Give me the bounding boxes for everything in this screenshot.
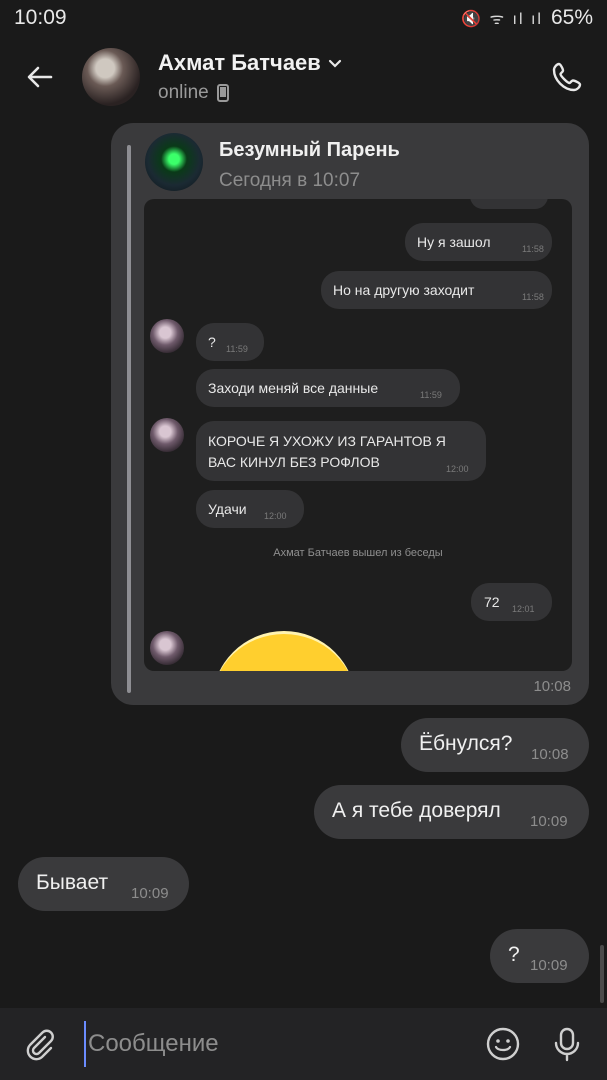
shot-message-time: 11:58 <box>522 292 544 302</box>
shot-message-time: 12:00 <box>446 464 469 474</box>
contact-avatar[interactable] <box>82 48 140 106</box>
shot-message-text: Ну я зашол <box>417 234 491 250</box>
shot-avatar <box>150 319 184 353</box>
battery-percent: 65% <box>550 6 593 29</box>
shot-message-text: КОРОЧЕ Я УХОЖУ ИЗ ГАРАНТОВ Я <box>208 433 446 449</box>
shot-message-text: Удачи <box>208 501 247 517</box>
message-time: 10:09 <box>131 885 169 902</box>
attach-button[interactable] <box>18 1022 62 1066</box>
contact-info[interactable]: Ахмат Батчаев online <box>158 50 545 104</box>
message-text: ? <box>508 943 520 966</box>
shot-avatar <box>150 418 184 452</box>
contact-status-row: online <box>158 82 545 104</box>
shot-message-time: 12:00 <box>264 511 287 521</box>
forward-author-name[interactable]: Безумный Парень <box>219 139 400 162</box>
shot-message: Но на другую заходит 11:58 <box>321 271 552 309</box>
shot-message-text: 72 <box>484 594 500 610</box>
forwarded-message[interactable]: Безумный Парень Сегодня в 10:07 Ну я заш… <box>111 123 589 705</box>
status-right: 🔇 ᯤ ıl ıl 65% <box>461 6 593 30</box>
message-text: Бывает <box>36 871 109 894</box>
microphone-icon <box>554 1027 580 1062</box>
shot-message: Удачи 12:00 <box>196 490 304 528</box>
message-text: Ёбнулся? <box>419 732 513 755</box>
shot-message-time: 11:59 <box>420 390 442 400</box>
shot-message: КОРОЧЕ Я УХОЖУ ИЗ ГАРАНТОВ Я ВАС КИНУЛ Б… <box>196 421 486 481</box>
shot-message-time: 11:58 <box>522 244 544 254</box>
scrollbar[interactable] <box>600 945 604 1003</box>
contact-status: online <box>158 82 209 103</box>
phone-icon <box>552 62 582 92</box>
incoming-message[interactable]: Бывает 10:09 <box>18 857 189 911</box>
status-time: 10:09 <box>14 6 67 29</box>
chat-header: Ахмат Батчаев online <box>0 36 607 118</box>
forward-author-avatar[interactable] <box>145 133 203 191</box>
shot-message-text: Заходи меняй все данные <box>208 380 379 396</box>
status-icons: 🔇 ᯤ ıl ıl <box>461 11 543 28</box>
shot-message: Ну я зашол 11:58 <box>405 223 552 261</box>
message-text: А я тебе доверял <box>332 799 501 822</box>
shot-bubble-top-cut <box>470 199 548 209</box>
shot-message-time: 12:01 <box>512 604 535 614</box>
shot-avatar <box>150 631 184 665</box>
shot-system-note: Ахмат Батчаев вышел из беседы <box>273 547 443 559</box>
outgoing-message[interactable]: ? 10:09 <box>490 929 589 983</box>
message-time: 10:08 <box>531 746 569 763</box>
outgoing-message[interactable]: Ёбнулся? 10:08 <box>401 718 589 772</box>
contact-name: Ахмат Батчаев <box>158 50 321 75</box>
smiley-icon <box>486 1027 520 1061</box>
contact-name-row: Ахмат Батчаев <box>158 50 545 76</box>
forward-time: 10:08 <box>533 678 571 695</box>
message-input[interactable] <box>84 1021 461 1067</box>
forward-date: Сегодня в 10:07 <box>219 170 361 191</box>
chevron-down-icon <box>328 59 341 68</box>
outgoing-message[interactable]: А я тебе доверял 10:09 <box>314 785 589 839</box>
paperclip-icon <box>26 1029 54 1061</box>
voice-record-button[interactable] <box>545 1022 589 1066</box>
message-composer <box>0 1008 607 1080</box>
message-time: 10:09 <box>530 957 568 974</box>
emoji-button[interactable] <box>481 1022 525 1066</box>
arrow-left-icon <box>27 66 53 88</box>
forwarded-screenshot[interactable]: Ну я зашол 11:58 Но на другую заходит 11… <box>144 199 572 671</box>
shot-message-text-line2: ВАС КИНУЛ БЕЗ РОФЛОВ <box>208 454 380 470</box>
shot-message: Заходи меняй все данные 11:59 <box>196 369 460 407</box>
shot-message-text: Но на другую заходит <box>333 282 475 298</box>
shot-message: ? 11:59 <box>196 323 264 361</box>
shot-message: 72 12:01 <box>471 583 552 621</box>
shot-message-text: ? <box>208 334 216 350</box>
message-time: 10:09 <box>530 813 568 830</box>
mobile-icon <box>216 84 229 102</box>
call-button[interactable] <box>545 55 589 99</box>
status-bar: 10:09 🔇 ᯤ ıl ıl 65% <box>0 0 607 36</box>
back-button[interactable] <box>18 55 62 99</box>
forward-quote-bar <box>127 145 131 693</box>
shot-message-time: 11:59 <box>226 344 248 354</box>
shot-emoji-sticker <box>212 631 356 671</box>
